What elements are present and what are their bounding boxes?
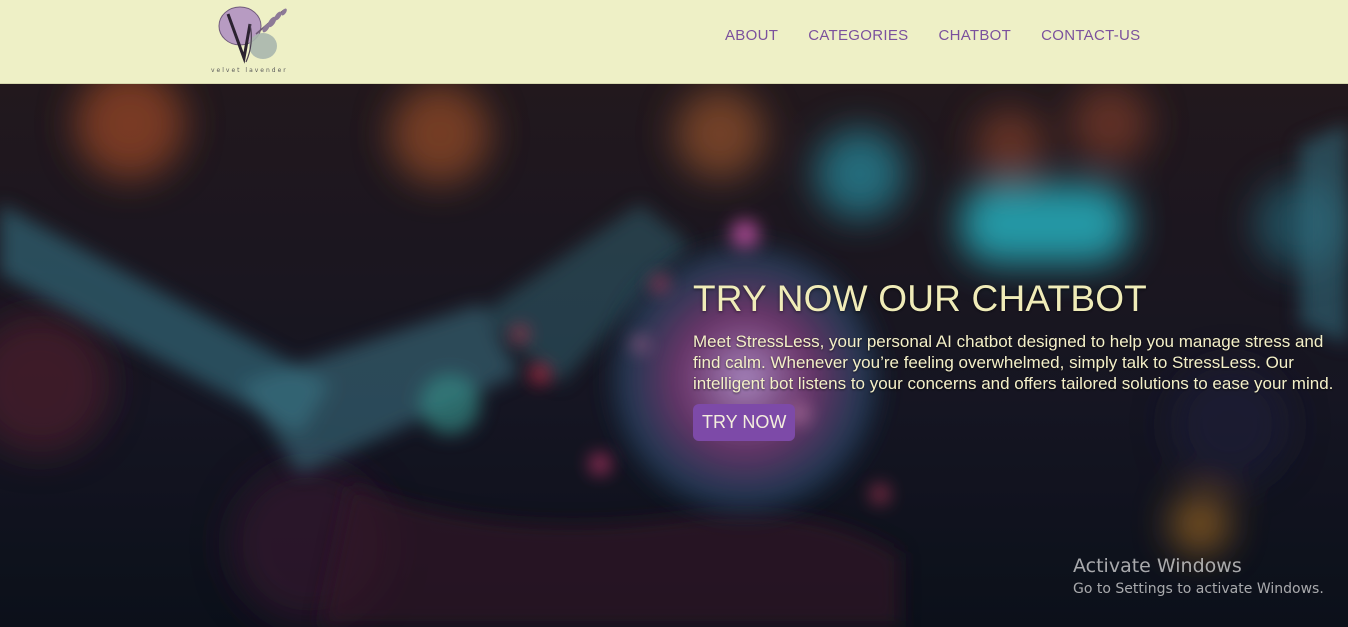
- nav-categories[interactable]: CATEGORIES: [793, 27, 923, 44]
- nav-chatbot[interactable]: CHATBOT: [923, 27, 1026, 44]
- hero-section: TRY NOW OUR CHATBOT Meet StressLess, you…: [0, 84, 1348, 627]
- logo-icon: [218, 6, 287, 64]
- try-now-button[interactable]: TRY NOW: [693, 404, 796, 441]
- windows-activation-watermark: Activate Windows Go to Settings to activ…: [1073, 555, 1324, 597]
- hero-title: TRY NOW OUR CHATBOT: [693, 278, 1147, 319]
- watermark-title: Activate Windows: [1073, 555, 1242, 577]
- brand-logo[interactable]: [210, 4, 302, 76]
- nav-about[interactable]: ABOUT: [710, 27, 793, 44]
- nav-contact-us[interactable]: CONTACT-US: [1026, 27, 1155, 44]
- watermark-subtitle: Go to Settings to activate Windows.: [1073, 581, 1324, 597]
- site-header: velvet lavender ABOUT CATEGORIES CHATBOT…: [0, 0, 1348, 84]
- main-nav: ABOUT CATEGORIES CHATBOT CONTACT-US: [710, 27, 1155, 44]
- hero-description: Meet StressLess, your personal AI chatbo…: [693, 332, 1334, 393]
- hero-content: TRY NOW OUR CHATBOT Meet StressLess, you…: [693, 280, 1343, 441]
- logo-text: velvet lavender: [211, 67, 288, 74]
